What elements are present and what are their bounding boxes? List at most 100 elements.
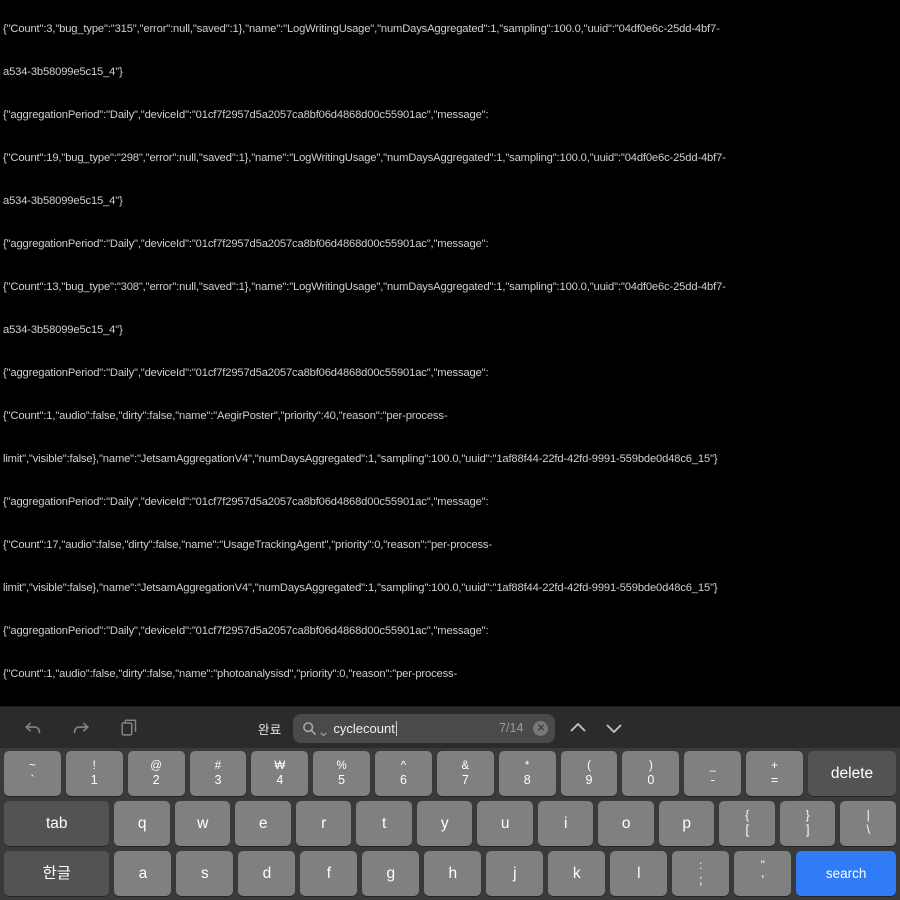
log-line: limit","visible":false},"name":"JetsamAg… [3,582,718,595]
key-shift-label: } [805,810,810,822]
screen: {"Count":3,"bug_type":"315","error":null… [0,0,900,900]
key-i[interactable]: i [537,801,594,846]
key-[interactable]: }] [779,801,836,846]
key-d[interactable]: d [238,851,296,896]
key-4[interactable]: ₩4 [251,751,309,796]
key-shift-label: % [336,760,347,772]
key-shift-label: " [760,860,765,872]
key-delete[interactable]: delete [807,751,897,796]
key-[interactable]: ~ ` [4,751,61,796]
key-k[interactable]: k [548,851,606,896]
key-shift-label: : [699,860,703,872]
key-label: 한글 [42,865,71,882]
search-query-wrapper: cyclecount [333,720,493,736]
key-j[interactable]: j [486,851,544,896]
key-label: 6 [400,773,407,787]
key-s[interactable]: s [176,851,234,896]
key-g[interactable]: g [362,851,420,896]
key-[interactable]: " ' [734,851,792,896]
log-line: a534-3b58099e5c15_4"} [3,194,123,207]
key-[interactable]: + = [746,751,803,796]
undo-icon[interactable] [22,717,44,739]
key-label: ; [699,873,703,887]
key-w[interactable]: w [174,801,231,846]
edit-tools [0,717,140,739]
key-u[interactable]: u [477,801,533,846]
key-a[interactable]: a [114,851,172,896]
key-label: delete [830,765,874,782]
key-5[interactable]: % 5 [313,751,371,796]
key-o[interactable]: o [598,801,654,846]
key-[interactable]: _ - [684,751,742,796]
log-line: {"aggregationPeriod":"Daily","deviceId":… [3,625,489,638]
log-text-viewer[interactable]: {"Count":3,"bug_type":"315","error":null… [0,0,900,706]
redo-icon[interactable] [70,717,92,739]
key-label: o [621,815,631,832]
key-label: 5 [338,773,346,787]
on-screen-keyboard: ~ `! 1 @2 #3 ₩4% 5 ^ 6 & 7 * 8(9) 0 _ - + = delete tab q w e r t… [0,748,900,900]
key-label: w [197,815,209,832]
key-label: 2 [152,773,160,787]
log-line: {"aggregationPeriod":"Daily","deviceId":… [3,237,489,250]
chevron-down-icon[interactable] [601,715,627,741]
key-7[interactable]: & 7 [436,751,494,796]
key-shift-label: ~ [29,760,36,772]
key-f[interactable]: f [300,851,358,896]
key-label: 7 [461,773,469,787]
log-line: a534-3b58099e5c15_4"} [3,323,123,336]
key-r[interactable]: r [295,801,352,846]
key-label: ] [805,823,810,837]
text-caret [395,720,398,736]
log-line: {"aggregationPeriod":"Daily","deviceId":… [3,108,489,121]
key-shift-label: + [771,760,778,772]
key-6[interactable]: ^ 6 [375,751,432,796]
log-line: {"aggregationPeriod":"Daily","deviceId":… [3,496,489,509]
key-label: ' [761,873,764,887]
key-label: - [710,773,715,787]
key-8[interactable]: * 8 [498,751,556,796]
log-line: limit","visible":false},"name":"JetsamAg… [3,453,718,465]
key-e[interactable]: e [235,801,291,846]
key-q[interactable]: q [114,801,170,846]
key-p[interactable]: p [658,801,715,846]
key-label: l [637,865,641,882]
key-label: f [326,865,332,882]
key-search[interactable]: search [796,851,896,896]
key-[interactable]: | \ [840,801,896,846]
search-input[interactable]: cyclecount 7/14 [293,713,556,743]
done-button[interactable]: 완료 [256,717,283,740]
key-l[interactable]: l [610,851,668,896]
key-shift-label: # [214,760,222,772]
key-한글[interactable]: 한글 [4,851,110,896]
key-label: g [386,865,396,882]
key-3[interactable]: #3 [189,751,247,796]
key-label: y [440,815,449,832]
key-label: 0 [647,773,655,787]
chevron-up-icon[interactable] [565,715,591,741]
key-2[interactable]: @2 [127,751,185,796]
match-counter: 7/14 [499,721,524,735]
chevron-down-icon[interactable] [320,725,327,736]
key-0[interactable]: ) 0 [622,751,680,796]
key-label: [ [745,823,749,837]
find-controls: 완료 cyclecount 7/14 [256,707,627,749]
key-y[interactable]: y [416,801,473,846]
key-[interactable]: :; [672,851,730,896]
key-shift-label: _ [709,760,716,772]
key-label: \ [866,823,870,837]
log-line: {"Count":3,"bug_type":"315","error":null… [3,22,720,35]
clear-icon[interactable] [533,720,549,736]
key-shift-label: | [866,810,870,822]
key-1[interactable]: ! 1 [65,751,123,796]
find-toolbar: 완료 cyclecount 7/14 [0,706,900,748]
key-label: h [448,865,458,882]
key-tab[interactable]: tab [4,801,110,846]
key-[interactable]: {[ [719,801,775,846]
key-label: j [513,865,517,882]
key-shift-label: ( [587,760,591,772]
key-9[interactable]: (9 [560,751,618,796]
key-t[interactable]: t [356,801,412,846]
key-label: ` [30,773,35,787]
paste-icon[interactable] [118,717,140,739]
key-h[interactable]: h [424,851,482,896]
